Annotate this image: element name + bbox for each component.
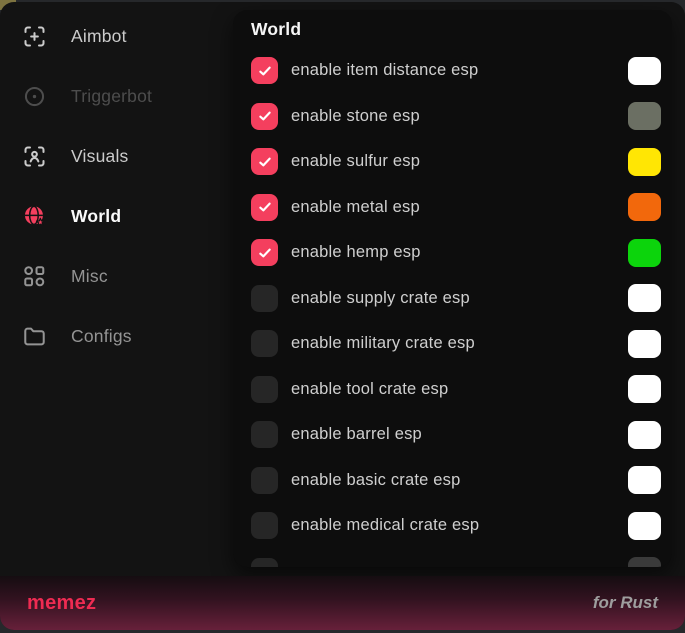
- unchecked-checkbox[interactable]: [251, 512, 278, 539]
- color-swatch[interactable]: [628, 193, 661, 221]
- footer: memez for Rust: [0, 576, 685, 630]
- color-swatch[interactable]: [628, 421, 661, 449]
- unchecked-checkbox[interactable]: [251, 285, 278, 312]
- esp-row-label: enable tool crate esp: [291, 380, 628, 399]
- color-swatch[interactable]: [628, 57, 661, 85]
- cheat-menu-window: AimbotTriggerbotVisualsWorldMiscConfigs …: [0, 2, 685, 630]
- color-swatch[interactable]: [628, 512, 661, 540]
- sidebar-item-label: Visuals: [71, 146, 129, 167]
- esp-row: enable item distance esp: [251, 48, 672, 94]
- visuals-scan-person-icon: [21, 143, 48, 170]
- sidebar-item-label: Triggerbot: [71, 86, 152, 107]
- unchecked-checkbox[interactable]: [251, 558, 278, 567]
- color-swatch[interactable]: [628, 239, 661, 267]
- color-swatch[interactable]: [628, 284, 661, 312]
- color-swatch[interactable]: [628, 557, 661, 567]
- esp-row: enable basic crate esp: [251, 458, 672, 504]
- esp-row-label: enable metal esp: [291, 198, 628, 217]
- checked-checkbox[interactable]: [251, 239, 278, 266]
- esp-row-label: enable barrel esp: [291, 425, 628, 444]
- esp-row: enable military crate esp: [251, 321, 672, 367]
- misc-category-icon: [21, 263, 48, 290]
- color-swatch[interactable]: [628, 466, 661, 494]
- sidebar-item-configs[interactable]: Configs: [0, 306, 233, 366]
- esp-row: [251, 549, 672, 568]
- sidebar-item-aimbot[interactable]: Aimbot: [0, 6, 233, 66]
- esp-row-label: enable military crate esp: [291, 334, 628, 353]
- esp-row-label: enable supply crate esp: [291, 289, 628, 308]
- checked-checkbox[interactable]: [251, 194, 278, 221]
- color-swatch[interactable]: [628, 375, 661, 403]
- sidebar-item-triggerbot[interactable]: Triggerbot: [0, 66, 233, 126]
- esp-row: enable metal esp: [251, 185, 672, 231]
- brand-text: memez: [27, 592, 96, 615]
- esp-row-label: enable hemp esp: [291, 243, 628, 262]
- main-area: AimbotTriggerbotVisualsWorldMiscConfigs …: [0, 2, 685, 576]
- unchecked-checkbox[interactable]: [251, 376, 278, 403]
- world-panel: World enable item distance esp enable sto…: [233, 10, 672, 567]
- aimbot-crosshair-icon: [21, 23, 48, 50]
- sidebar-item-label: World: [71, 206, 121, 227]
- sidebar-item-label: Configs: [71, 326, 132, 347]
- color-swatch[interactable]: [628, 330, 661, 358]
- esp-row-label: enable stone esp: [291, 107, 628, 126]
- esp-row: enable sulfur esp: [251, 139, 672, 185]
- esp-row-label: enable medical crate esp: [291, 516, 628, 535]
- tagline-text: for Rust: [593, 593, 658, 613]
- sidebar-item-label: Misc: [71, 266, 108, 287]
- checked-checkbox[interactable]: [251, 103, 278, 130]
- unchecked-checkbox[interactable]: [251, 467, 278, 494]
- esp-row: enable supply crate esp: [251, 276, 672, 322]
- esp-row: enable barrel esp: [251, 412, 672, 458]
- esp-row-label: enable basic crate esp: [291, 471, 628, 490]
- esp-row: enable hemp esp: [251, 230, 672, 276]
- esp-row: enable stone esp: [251, 94, 672, 140]
- color-swatch[interactable]: [628, 148, 661, 176]
- sidebar-item-misc[interactable]: Misc: [0, 246, 233, 306]
- triggerbot-circle-dot-icon: [21, 83, 48, 110]
- esp-row: enable medical crate esp: [251, 503, 672, 549]
- unchecked-checkbox[interactable]: [251, 330, 278, 357]
- esp-row-label: enable item distance esp: [291, 61, 628, 80]
- panel-scroll-area[interactable]: enable item distance esp enable stone esp…: [251, 48, 672, 567]
- configs-folder-icon: [21, 323, 48, 350]
- sidebar-item-visuals[interactable]: Visuals: [0, 126, 233, 186]
- color-swatch[interactable]: [628, 102, 661, 130]
- checked-checkbox[interactable]: [251, 57, 278, 84]
- world-globe-star-icon: [21, 203, 48, 230]
- esp-row-label: enable sulfur esp: [291, 152, 628, 171]
- sidebar-item-label: Aimbot: [71, 26, 127, 47]
- checked-checkbox[interactable]: [251, 148, 278, 175]
- esp-row: enable tool crate esp: [251, 367, 672, 413]
- sidebar-item-world[interactable]: World: [0, 186, 233, 246]
- unchecked-checkbox[interactable]: [251, 421, 278, 448]
- sidebar: Aimbot Triggerbot Visuals World Misc Configs: [0, 2, 233, 576]
- panel-title: World: [251, 10, 672, 48]
